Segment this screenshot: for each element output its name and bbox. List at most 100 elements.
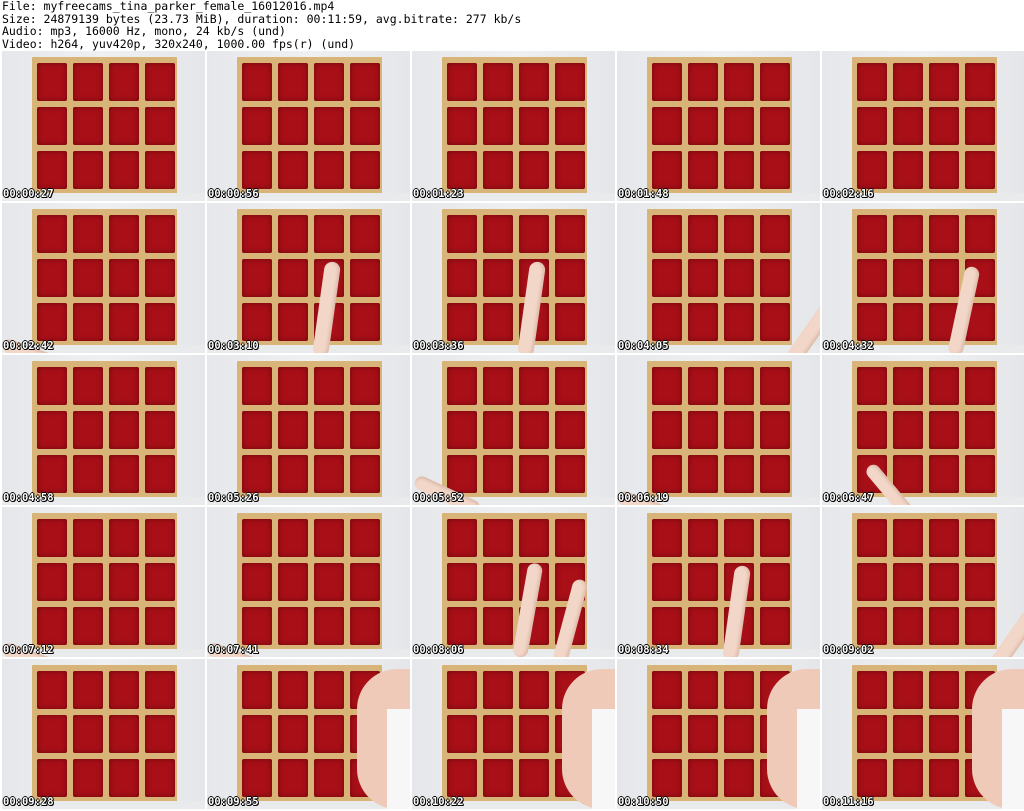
wall-board	[237, 57, 382, 198]
red-panel	[929, 63, 959, 101]
red-panel	[278, 715, 308, 753]
red-panel	[314, 607, 344, 645]
wall-board	[32, 513, 177, 654]
video-thumbnail[interactable]: 00:11:16	[822, 659, 1024, 809]
video-thumbnail[interactable]: 00:03:10	[207, 203, 410, 353]
red-panel	[929, 455, 959, 493]
red-panel	[145, 259, 175, 297]
red-panel	[109, 715, 139, 753]
video-thumbnail[interactable]: 00:02:42	[2, 203, 205, 353]
red-panel	[652, 671, 682, 709]
video-thumbnail[interactable]: 00:07:41	[207, 507, 410, 657]
red-panel	[857, 759, 887, 797]
red-panel	[519, 411, 549, 449]
red-panel	[109, 671, 139, 709]
red-panel	[37, 759, 67, 797]
video-thumbnail[interactable]: 00:04:32	[822, 203, 1024, 353]
red-panel	[145, 63, 175, 101]
red-panel	[929, 671, 959, 709]
video-thumbnail[interactable]: 00:09:02	[822, 507, 1024, 657]
wall-board	[647, 361, 792, 502]
video-thumbnail[interactable]: 00:07:12	[2, 507, 205, 657]
video-thumbnail[interactable]: 00:09:55	[207, 659, 410, 809]
red-panel	[724, 63, 754, 101]
red-panel	[109, 259, 139, 297]
video-thumbnail[interactable]: 00:06:47	[822, 355, 1024, 505]
red-panel	[724, 455, 754, 493]
red-panel	[893, 63, 923, 101]
red-panel	[314, 759, 344, 797]
timestamp-label: 00:05:26	[208, 492, 259, 504]
red-panel	[965, 455, 995, 493]
red-panel	[73, 367, 103, 405]
video-thumbnail[interactable]: 00:10:22	[412, 659, 615, 809]
timestamp-label: 00:00:56	[208, 188, 259, 200]
red-panel	[688, 519, 718, 557]
video-thumbnail[interactable]: 00:05:26	[207, 355, 410, 505]
video-thumbnail[interactable]: 00:00:27	[2, 51, 205, 201]
red-panel	[447, 303, 477, 341]
video-info-line: Video: h264, yuv420p, 320x240, 1000.00 f…	[2, 36, 356, 51]
video-thumbnail[interactable]: 00:00:56	[207, 51, 410, 201]
video-thumbnail[interactable]: 00:01:23	[412, 51, 615, 201]
timestamp-label: 00:05:52	[413, 492, 464, 504]
red-panel	[688, 455, 718, 493]
video-thumbnail[interactable]: 00:06:19	[617, 355, 820, 505]
red-panel	[688, 259, 718, 297]
video-thumbnail[interactable]: 00:08:34	[617, 507, 820, 657]
red-panel	[965, 107, 995, 145]
red-panel	[350, 563, 380, 601]
red-panel	[724, 303, 754, 341]
red-panel	[555, 303, 585, 341]
red-panel	[314, 151, 344, 189]
red-panel	[37, 455, 67, 493]
red-panel	[37, 607, 67, 645]
red-panel	[688, 671, 718, 709]
timestamp-label: 00:02:42	[3, 340, 54, 352]
video-thumbnail[interactable]: 00:02:16	[822, 51, 1024, 201]
timestamp-label: 00:08:34	[618, 644, 669, 656]
red-panel	[242, 759, 272, 797]
red-panel	[760, 107, 790, 145]
red-panel	[652, 303, 682, 341]
red-panel	[145, 715, 175, 753]
red-panel	[242, 519, 272, 557]
red-panel	[37, 215, 67, 253]
video-thumbnail[interactable]: 00:10:50	[617, 659, 820, 809]
timestamp-label: 00:04:58	[3, 492, 54, 504]
video-thumbnail[interactable]: 00:03:36	[412, 203, 615, 353]
video-thumbnail[interactable]: 00:04:05	[617, 203, 820, 353]
red-panel	[724, 759, 754, 797]
timestamp-label: 00:09:02	[823, 644, 874, 656]
video-thumbnail[interactable]: 00:09:28	[2, 659, 205, 809]
red-panel	[893, 259, 923, 297]
red-panel	[109, 215, 139, 253]
red-panel	[760, 151, 790, 189]
red-panel	[724, 215, 754, 253]
red-panel	[350, 259, 380, 297]
red-panel	[242, 215, 272, 253]
red-panel	[145, 563, 175, 601]
video-thumbnail[interactable]: 00:04:58	[2, 355, 205, 505]
timestamp-label: 00:06:47	[823, 492, 874, 504]
red-panel	[724, 715, 754, 753]
red-panel	[145, 759, 175, 797]
video-thumbnail[interactable]: 00:01:48	[617, 51, 820, 201]
red-panel	[724, 411, 754, 449]
video-thumbnail[interactable]: 00:08:06	[412, 507, 615, 657]
red-panel	[519, 715, 549, 753]
red-panel	[760, 607, 790, 645]
red-panel	[145, 151, 175, 189]
red-panel	[37, 519, 67, 557]
red-panel	[857, 671, 887, 709]
red-panel	[652, 215, 682, 253]
timestamp-label: 00:02:16	[823, 188, 874, 200]
red-panel	[724, 519, 754, 557]
red-panel	[278, 519, 308, 557]
video-thumbnail[interactable]: 00:05:52	[412, 355, 615, 505]
red-panel	[242, 259, 272, 297]
red-panel	[37, 303, 67, 341]
red-panel	[145, 107, 175, 145]
red-panel	[760, 455, 790, 493]
timestamp-label: 00:08:06	[413, 644, 464, 656]
